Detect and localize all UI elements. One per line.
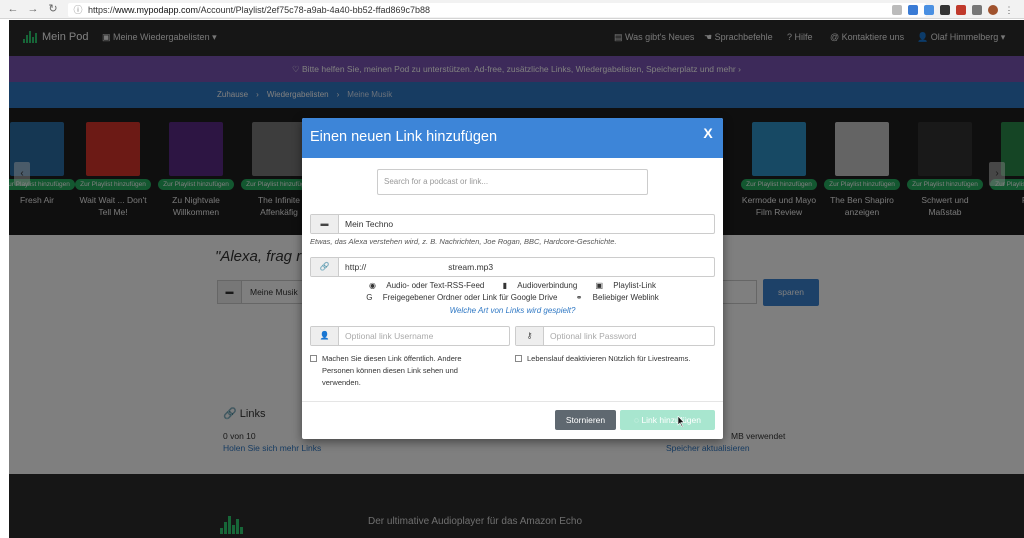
user-icon: 👤 [311,327,339,345]
link-types-help-link[interactable]: Welche Art von Links wird gespielt? [302,306,723,315]
modal-title: Einen neuen Link hinzufügen [310,129,498,145]
forward-icon[interactable]: → [26,2,40,16]
link-type-drive: G Freigegebener Ordner oder Link für Goo… [366,293,558,302]
browser-toolbar: ← → ↻ ⓘ https://www.mypodapp.com/Account… [0,0,1024,19]
add-link-modal: Einen neuen Link hinzufügen X Search for… [302,118,723,439]
rss-icon: ◉ [369,281,379,290]
password-field[interactable]: ⚷ Optional link Password [515,326,715,346]
menu-icon[interactable]: ⋮ [1004,5,1014,15]
cancel-button[interactable]: Stornieren [555,410,616,430]
username-field[interactable]: 👤 Optional link Username [310,326,510,346]
link-name-hint: Etwas, das Alexa verstehen wird, z. B. N… [310,237,617,246]
link-icon: ⚭ [575,293,585,302]
add-link-button[interactable]: ◌ Link hinzufügen [620,410,715,430]
playlist-icon: ▣ [595,281,606,290]
public-link-checkbox[interactable]: Machen Sie diesen Link öffentlich. Ander… [310,353,495,389]
audio-file-icon: ▮ [502,281,510,290]
extension-icon[interactable] [924,4,934,15]
extension-icons: ⋮ [892,3,1014,16]
translate-icon[interactable] [892,4,902,15]
back-icon[interactable]: ← [6,2,20,16]
mouse-cursor-icon [677,416,685,427]
reload-icon[interactable]: ↻ [46,2,60,16]
profile-avatar[interactable] [988,4,998,15]
comment-icon: ▬ [311,215,339,233]
extension-icon[interactable] [956,4,966,15]
disable-resume-checkbox[interactable]: Lebenslauf deaktivieren Nützlich für Liv… [515,353,715,365]
link-types-row: ◉ Audio- oder Text-RSS-Feed ▮ Audioverbi… [302,281,723,290]
modal-header: Einen neuen Link hinzufügen X [302,118,723,158]
link-name-field[interactable]: ▬ Mein Techno [310,214,715,234]
google-icon: G [366,293,375,302]
link-types-row: G Freigegebener Ordner oder Link für Goo… [302,293,723,302]
link-url-field[interactable]: 🔗 http://stream.mp3 [310,257,715,277]
url-text: https://www.mypodapp.com/Account/Playlis… [88,5,431,15]
checkbox[interactable] [310,355,317,362]
address-bar[interactable]: ⓘ https://www.mypodapp.com/Account/Playl… [68,3,926,17]
left-edge [0,20,9,538]
podcast-search-input[interactable]: Search for a podcast or link... [377,169,648,195]
extension-icon[interactable] [972,4,982,15]
modal-divider [302,401,723,402]
bookmark-star-icon[interactable] [908,4,918,15]
link-type-audio: ▮ Audioverbindung [502,281,578,290]
key-icon: ⚷ [516,327,544,345]
checkbox[interactable] [515,355,522,362]
link-type-web: ⚭ Beliebiger Weblink [575,293,659,302]
close-icon[interactable]: X [701,125,715,141]
link-type-playlist: ▣ Playlist-Link [595,281,656,290]
link-type-rss: ◉ Audio- oder Text-RSS-Feed [369,281,485,290]
extension-icon[interactable] [940,4,950,15]
link-icon: 🔗 [311,258,339,276]
info-icon[interactable]: ⓘ [72,4,84,16]
